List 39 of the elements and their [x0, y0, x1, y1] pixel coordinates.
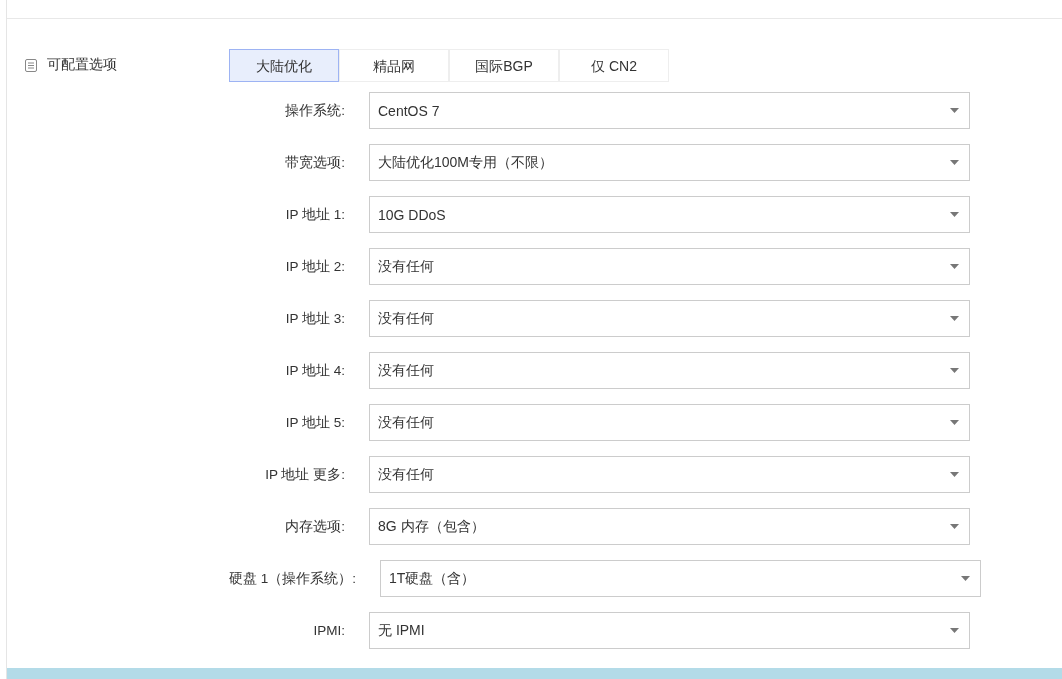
- select-field[interactable]: 1T硬盘（含）: [380, 560, 981, 597]
- field-label: IPMI:: [312, 623, 345, 638]
- field-label: 带宽选项:: [284, 153, 345, 172]
- caret-icon: [950, 628, 959, 633]
- section-title: 可配置选项: [47, 56, 117, 74]
- tab[interactable]: 精品网: [339, 49, 449, 82]
- caret-icon: [950, 472, 959, 477]
- caret-icon: [950, 316, 959, 321]
- field-label: 硬盘 1（操作系统）:: [229, 569, 356, 588]
- select-field[interactable]: 没有任何: [369, 404, 970, 441]
- caret-icon: [950, 420, 959, 425]
- field-label: IP 地址 2:: [284, 257, 345, 276]
- tab[interactable]: 仅 CN2: [559, 49, 669, 82]
- list-icon: [25, 58, 37, 72]
- caret-icon: [950, 160, 959, 165]
- caret-icon: [950, 524, 959, 529]
- tab[interactable]: 国际BGP: [449, 49, 559, 82]
- tab[interactable]: 大陆优化: [229, 49, 339, 82]
- caret-icon: [961, 576, 970, 581]
- field-label: 内存选项:: [284, 517, 345, 536]
- select-field[interactable]: 没有任何: [369, 248, 970, 285]
- field-label: IP 地址 3:: [284, 309, 345, 328]
- field-label: 操作系统:: [284, 101, 345, 120]
- field-label: IP 地址 4:: [284, 361, 345, 380]
- caret-icon: [950, 264, 959, 269]
- caret-icon: [950, 212, 959, 217]
- select-field[interactable]: 没有任何: [369, 352, 970, 389]
- select-field[interactable]: 大陆优化100M专用（不限）: [369, 144, 970, 181]
- select-field[interactable]: CentOS 7: [369, 92, 970, 129]
- field-label: IP 地址 1:: [284, 205, 345, 224]
- field-label: IP 地址 5:: [284, 413, 345, 432]
- select-field[interactable]: 10G DDoS: [369, 196, 970, 233]
- caret-icon: [950, 108, 959, 113]
- select-field[interactable]: 没有任何: [369, 300, 970, 337]
- select-field[interactable]: 没有任何: [369, 456, 970, 493]
- select-field[interactable]: 无 IPMI: [369, 612, 970, 649]
- select-field[interactable]: 8G 内存（包含）: [369, 508, 970, 545]
- caret-icon: [950, 368, 959, 373]
- field-label: IP 地址 更多:: [264, 465, 345, 484]
